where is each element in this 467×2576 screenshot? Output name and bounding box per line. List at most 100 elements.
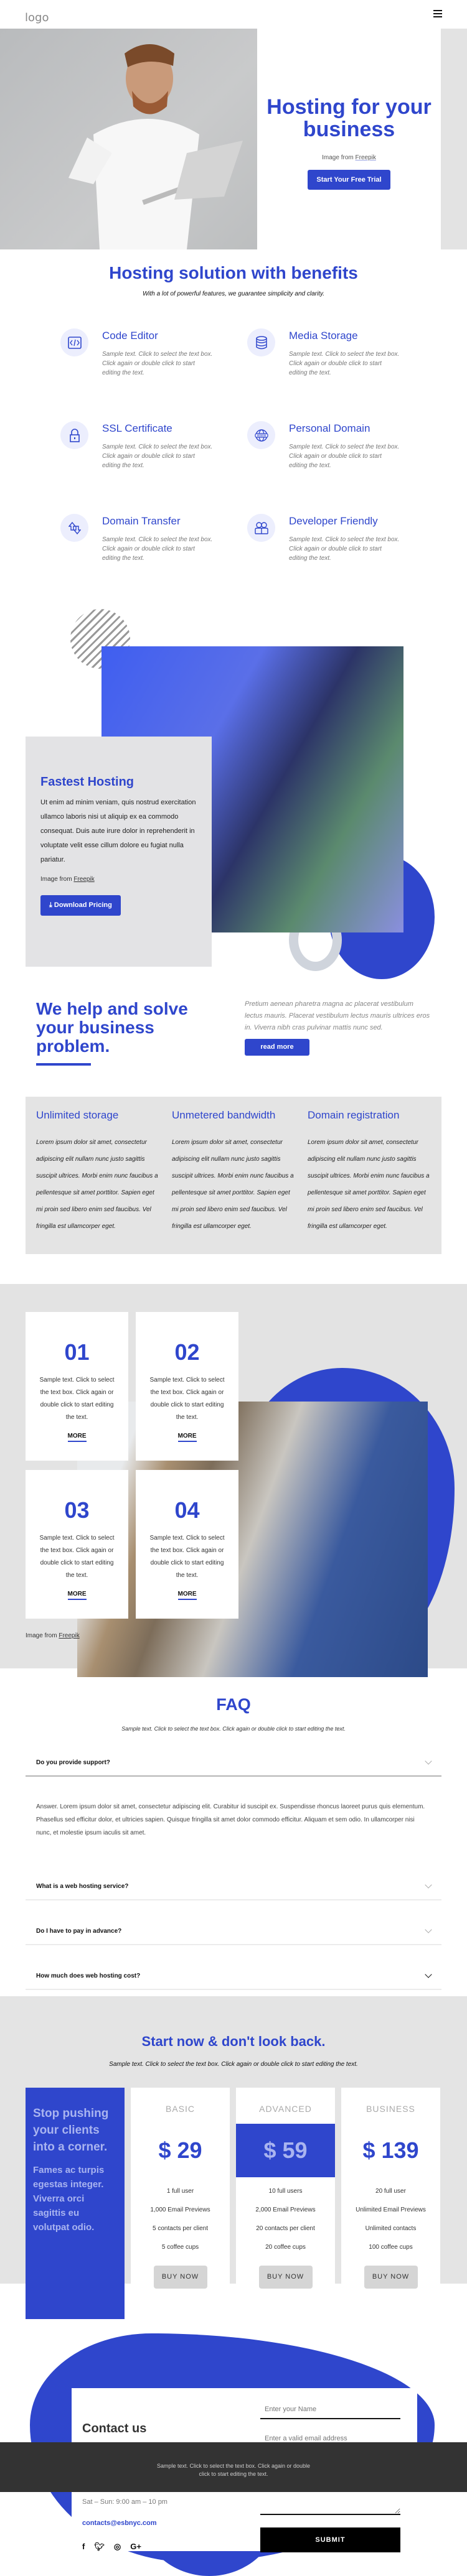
logo[interactable]: logo — [25, 11, 49, 24]
benefits-title: Hosting solution with benefits — [109, 263, 358, 282]
column-title: Unlimited storage — [36, 1109, 119, 1121]
feature-item: Code Editor Sample text. Click to select … — [47, 328, 234, 378]
footer: Sample text. Click to select the text bo… — [0, 2442, 467, 2492]
help-title: We help and solve your business problem. — [36, 999, 188, 1056]
feature-title: Developer Friendly — [289, 515, 378, 527]
feature-columns: Unlimited storage Lorem ipsum dolor sit … — [26, 1097, 441, 1254]
card-text: Sample text. Click to select the text bo… — [39, 1377, 115, 1421]
plan-advanced: ADVANCED $ 59 10 full users 2,000 Email … — [236, 2088, 335, 2319]
column-text: Lorem ipsum dolor sit amet, consectetur … — [36, 1139, 158, 1230]
faq-question[interactable]: Do you provide support? — [26, 1749, 441, 1777]
feature-item: SSL Certificate Sample text. Click to sel… — [47, 421, 234, 470]
hamburger-icon[interactable] — [433, 10, 442, 17]
chevron-down-icon — [425, 1926, 432, 1933]
lock-icon — [60, 421, 88, 449]
feature-column: Unlimited storage Lorem ipsum dolor sit … — [36, 1109, 159, 1254]
card-number: 04 — [174, 1497, 200, 1523]
column-text: Lorem ipsum dolor sit amet, consectetur … — [308, 1139, 430, 1230]
card-number: 01 — [64, 1339, 90, 1365]
help-section: We help and solve your business problem.… — [0, 967, 467, 1079]
footer-text: Sample text. Click to select the text bo… — [156, 2463, 311, 2477]
plan-price: $ 59 — [236, 2124, 335, 2177]
more-link[interactable]: MORE — [177, 1433, 197, 1442]
feature-item: Developer Friendly Sample text. Click to … — [234, 514, 420, 563]
buy-now-button[interactable]: BUY NOW — [153, 2266, 207, 2289]
benefits-subtitle: With a lot of powerful features, we guar… — [142, 291, 325, 297]
image-credit: Image from Freepik — [40, 876, 95, 883]
more-link[interactable]: MORE — [67, 1433, 87, 1442]
site-header: logo — [0, 0, 467, 29]
accent-divider — [36, 1063, 91, 1066]
feature-text: Sample text. Click to select the text bo… — [102, 444, 213, 469]
feature-title: Domain Transfer — [102, 515, 181, 527]
hero-section: Hosting for your business Image from Fre… — [0, 29, 467, 249]
benefits-section: Hosting solution with benefits With a lo… — [0, 249, 467, 563]
faq-question[interactable]: Do I have to pay in advance? — [26, 1918, 441, 1945]
freepik-link[interactable]: Freepik — [59, 1632, 79, 1639]
buy-now-button[interactable]: BUY NOW — [364, 2266, 418, 2289]
card-number: 03 — [64, 1497, 90, 1523]
feature-text: Sample text. Click to select the text bo… — [102, 536, 213, 562]
more-link[interactable]: MORE — [177, 1591, 197, 1600]
feature-column: Domain registration Lorem ipsum dolor si… — [308, 1109, 431, 1254]
freepik-link[interactable]: Freepik — [73, 876, 94, 883]
fastest-hosting-title: Fastest Hosting — [40, 775, 134, 789]
plan-name: ADVANCED — [259, 2104, 312, 2114]
download-icon: ⤓ — [49, 901, 54, 909]
twitter-icon[interactable]: 🐦︎ — [94, 2536, 105, 2557]
plan-features: 10 full users 2,000 Email Previews 20 co… — [255, 2188, 316, 2251]
social-links: f 🐦︎ ◎ G+ — [82, 2536, 203, 2557]
www-globe-icon: WWW — [247, 421, 275, 449]
hero-image — [0, 29, 257, 249]
card-text: Sample text. Click to select the text bo… — [149, 1535, 225, 1579]
chevron-down-icon — [425, 1971, 432, 1978]
submit-button[interactable]: SUBMIT — [260, 2527, 400, 2552]
feature-text: Sample text. Click to select the text bo… — [289, 444, 400, 469]
fastest-hosting-text: Ut enim ad minim veniam, quis nostrud ex… — [40, 799, 196, 863]
more-link[interactable]: MORE — [67, 1591, 87, 1600]
start-free-trial-button[interactable]: Start Your Free Trial — [308, 170, 390, 190]
contact-email-link[interactable]: contacts@esbnyc.com — [82, 2519, 157, 2527]
numbered-card: 02 Sample text. Click to select the text… — [136, 1312, 238, 1461]
fastest-hosting-card: Fastest Hosting Ut enim ad minim veniam,… — [26, 737, 212, 967]
freepik-link[interactable]: Freepik — [356, 154, 376, 161]
feature-item: Domain Transfer Sample text. Click to sel… — [47, 514, 234, 563]
plan-business: BUSINESS $ 139 20 full user Unlimited Em… — [341, 2088, 440, 2319]
feature-item: Media Storage Sample text. Click to selec… — [234, 328, 420, 378]
promo-text: Fames ac turpis egestas integer. Viverra… — [33, 2165, 105, 2233]
column-title: Domain registration — [308, 1109, 400, 1121]
feature-text: Sample text. Click to select the text bo… — [102, 351, 213, 376]
facebook-icon[interactable]: f — [82, 2536, 85, 2557]
faq-question[interactable]: How much does web hosting cost? — [26, 1963, 441, 1990]
name-input[interactable] — [260, 2401, 400, 2419]
buy-now-button[interactable]: BUY NOW — [258, 2266, 313, 2289]
instagram-icon[interactable]: ◎ — [114, 2536, 121, 2557]
fastest-hosting-section: Fastest Hosting Ut enim ad minim veniam,… — [0, 594, 467, 979]
chevron-down-icon — [425, 1757, 432, 1765]
transfer-arrows-icon — [60, 514, 88, 542]
read-more-button[interactable]: read more — [245, 1039, 309, 1056]
column-text: Lorem ipsum dolor sit amet, consectetur … — [172, 1139, 294, 1230]
users-icon — [247, 514, 275, 542]
hero-side-panel — [441, 29, 467, 249]
plan-price: $ 29 — [158, 2137, 202, 2163]
feature-text: Sample text. Click to select the text bo… — [289, 351, 400, 376]
download-pricing-button[interactable]: ⤓ Download Pricing — [40, 895, 121, 916]
google-plus-icon[interactable]: G+ — [130, 2536, 141, 2557]
promo-heading: Stop pushing your clients into a corner. — [33, 2107, 109, 2154]
promo-card: Stop pushing your clients into a corner.… — [26, 2088, 125, 2319]
image-credit: Image from Freepik — [322, 154, 376, 161]
plan-price: $ 139 — [362, 2137, 419, 2163]
feature-title: Code Editor — [102, 330, 158, 342]
faq-question[interactable]: What is a web hosting service? — [26, 1873, 441, 1900]
code-icon — [60, 328, 88, 356]
pricing-title: Start now & don't look back. — [141, 2034, 326, 2049]
hero-title: Hosting for your business — [267, 95, 432, 141]
feature-item: WWW Personal Domain Sample text. Click to… — [234, 421, 420, 470]
hero-content: Hosting for your business Image from Fre… — [257, 29, 441, 249]
faq-subtitle: Sample text. Click to select the text bo… — [121, 1726, 346, 1732]
feature-title: Media Storage — [289, 330, 358, 342]
card-number: 02 — [174, 1339, 200, 1365]
column-title: Unmetered bandwidth — [172, 1109, 276, 1121]
benefits-grid: Code Editor Sample text. Click to select … — [47, 328, 420, 563]
